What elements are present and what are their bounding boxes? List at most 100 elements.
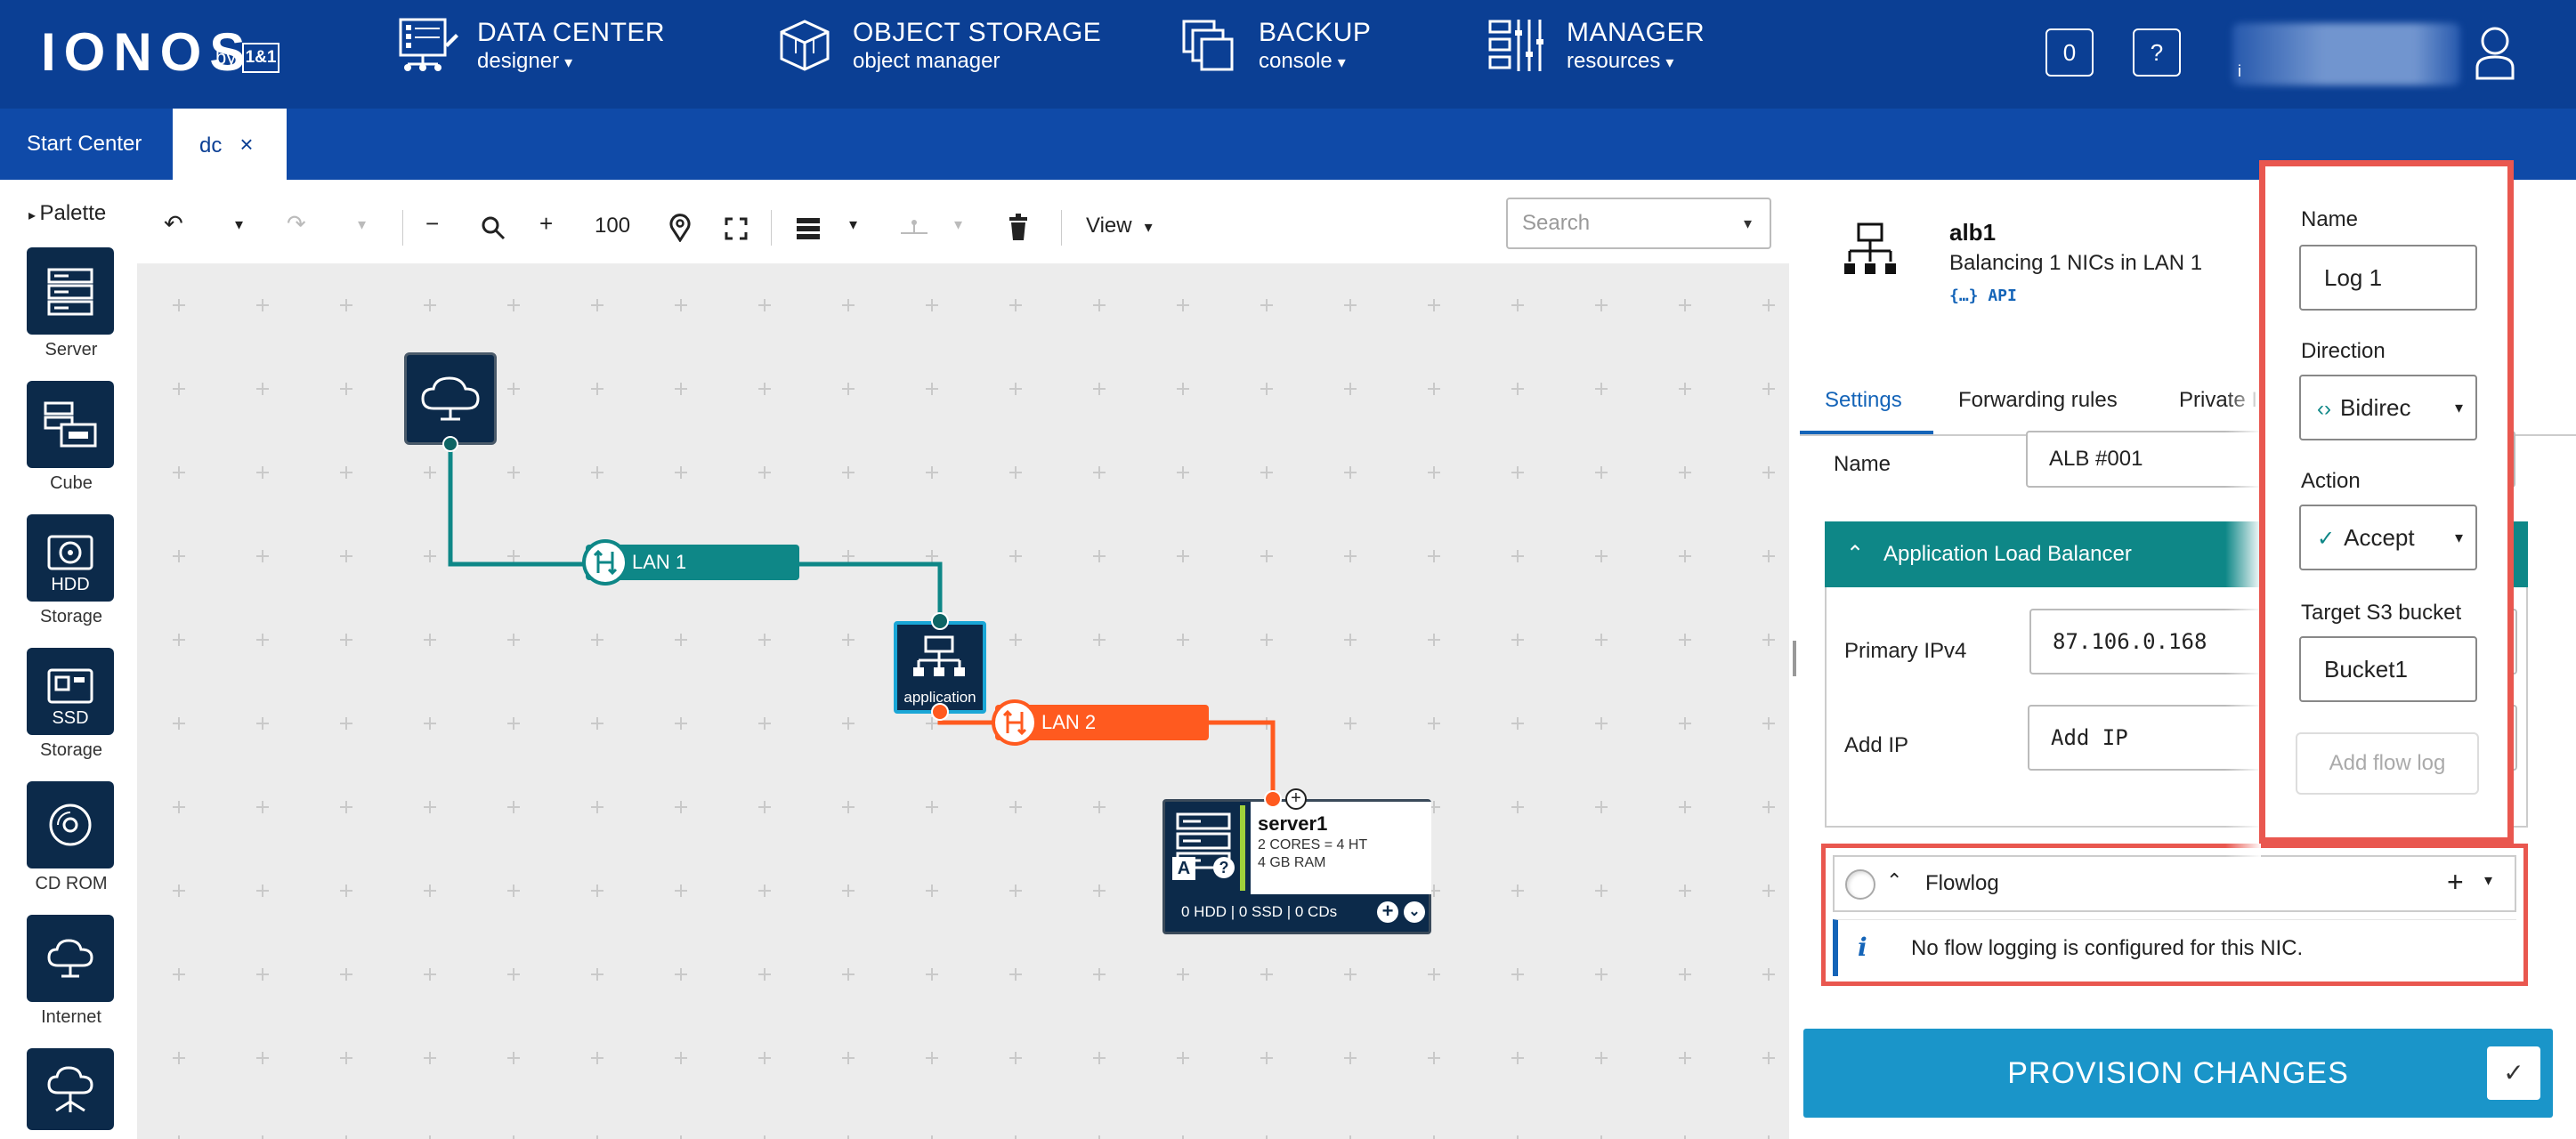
undo-icon[interactable]: ↶ bbox=[164, 210, 183, 238]
palette-hdd-tile[interactable]: HDD bbox=[27, 514, 114, 602]
view-menu[interactable]: View ▾ bbox=[1086, 214, 1153, 238]
server-status-bar bbox=[1240, 805, 1245, 891]
palette-ssd-tile[interactable]: SSD bbox=[27, 648, 114, 735]
cdrom-icon bbox=[49, 804, 92, 846]
connect-dropdown-icon[interactable]: ▾ bbox=[954, 215, 962, 234]
palette-title: Palette bbox=[39, 201, 107, 225]
tab-settings[interactable]: Settings bbox=[1825, 388, 1902, 413]
redo-icon[interactable]: ↷ bbox=[287, 210, 306, 238]
flowlog-dropdown-icon[interactable]: ▾ bbox=[2484, 871, 2492, 890]
connect-icon[interactable] bbox=[899, 217, 929, 238]
close-icon[interactable]: × bbox=[239, 131, 253, 158]
fit-to-screen-icon[interactable] bbox=[725, 217, 748, 240]
undo-dropdown-icon[interactable]: ▾ bbox=[235, 215, 243, 234]
checkmark-icon[interactable]: ✓ bbox=[2487, 1046, 2540, 1100]
internet-port-dot[interactable] bbox=[442, 436, 458, 452]
notification-counter-button[interactable]: 0 bbox=[2045, 28, 2094, 77]
search-dropdown-icon[interactable]: ▾ bbox=[1744, 199, 1752, 247]
caret-down-icon: ▾ bbox=[1337, 53, 1346, 71]
panel-resize-handle[interactable] bbox=[1793, 641, 1796, 676]
server-info-panel: server1 2 CORES = 4 HT 4 GB RAM bbox=[1251, 802, 1431, 894]
nav-backup[interactable]: BACKUP console ▾ bbox=[1180, 18, 1371, 89]
zoom-level[interactable]: 100 bbox=[595, 214, 630, 238]
provision-changes-button[interactable]: PROVISION CHANGES bbox=[1803, 1029, 2553, 1118]
provision-label: PROVISION CHANGES bbox=[2007, 1056, 2349, 1090]
palette-internet-tile[interactable] bbox=[27, 915, 114, 1002]
view-menu-label: View bbox=[1086, 214, 1132, 238]
add-ip-label: Add IP bbox=[1844, 733, 1909, 757]
list-dropdown-icon[interactable]: ▾ bbox=[849, 215, 857, 234]
help-button[interactable]: ? bbox=[2133, 28, 2181, 77]
load-balancer-icon bbox=[913, 635, 965, 676]
tab-dc[interactable]: dc × bbox=[173, 109, 287, 180]
load-balancer-icon bbox=[1844, 222, 1896, 274]
cube-icon bbox=[44, 401, 97, 448]
palette-cloud-network-tile[interactable] bbox=[27, 1048, 114, 1130]
palette-server-label: Server bbox=[45, 340, 98, 359]
zoom-out-icon[interactable]: − bbox=[425, 210, 439, 238]
add-nic-icon[interactable]: + bbox=[1285, 788, 1307, 810]
direction-select[interactable]: ‹› Bidirec ▾ bbox=[2299, 375, 2477, 440]
caret-down-icon: ▾ bbox=[1665, 53, 1674, 71]
add-ip-placeholder: Add IP bbox=[2051, 725, 2128, 750]
flowlog-title: Flowlog bbox=[1925, 871, 1999, 895]
design-canvas[interactable]: LAN 1 application LAN 2 A ? server1 2 CO… bbox=[137, 263, 1789, 1139]
nav-manager-title: MANAGER bbox=[1567, 18, 1705, 47]
nav-data-center[interactable]: DATA CENTER designer ▾ bbox=[399, 18, 665, 89]
direction-label: Direction bbox=[2301, 339, 2386, 363]
trash-icon[interactable] bbox=[1008, 214, 1029, 240]
primary-ipv4-value: 87.106.0.168 bbox=[2053, 629, 2207, 654]
alb-port-bottom-dot[interactable] bbox=[931, 703, 949, 721]
zoom-in-icon[interactable]: + bbox=[539, 210, 553, 238]
panel-subtitle: Balancing 1 NICs in LAN 1 bbox=[1949, 251, 2203, 275]
alb-section-title: Application Load Balancer bbox=[1883, 542, 2132, 566]
canvas-internet-node[interactable] bbox=[404, 352, 497, 445]
user-avatar-icon[interactable] bbox=[2475, 25, 2515, 80]
toolbar-divider bbox=[402, 210, 403, 246]
flowlog-name-value: Log 1 bbox=[2324, 264, 2383, 291]
canvas-server-node[interactable]: A ? server1 2 CORES = 4 HT 4 GB RAM 0 HD… bbox=[1162, 799, 1431, 934]
canvas-application-lb-node[interactable]: application bbox=[894, 621, 986, 714]
palette-header[interactable]: ▸ Palette bbox=[28, 201, 106, 226]
zoom-search-icon[interactable] bbox=[481, 215, 506, 240]
direction-value: Bidirec bbox=[2339, 394, 2411, 421]
location-pin-icon[interactable] bbox=[669, 214, 691, 242]
add-storage-icon[interactable]: + bbox=[1377, 901, 1398, 923]
flowlog-toggle[interactable] bbox=[1845, 869, 1875, 900]
nav-object-storage[interactable]: OBJECT STORAGE object manager bbox=[774, 18, 1101, 89]
list-layers-icon[interactable] bbox=[796, 217, 821, 240]
search-input[interactable]: Search ▾ bbox=[1506, 198, 1771, 249]
lan2-switch-icon[interactable] bbox=[992, 699, 1038, 746]
target-bucket-input[interactable]: Bucket1 bbox=[2299, 636, 2477, 702]
lan1-switch-icon[interactable] bbox=[582, 539, 628, 586]
target-bucket-value: Bucket1 bbox=[2324, 656, 2408, 683]
nav-manager[interactable]: MANAGER resources ▾ bbox=[1488, 18, 1705, 89]
palette-cdrom-tile[interactable] bbox=[27, 781, 114, 868]
add-flowlog-icon[interactable]: + bbox=[2447, 866, 2464, 899]
lan2-label: LAN 2 bbox=[1041, 711, 1097, 733]
tab-start-center[interactable]: Start Center bbox=[0, 109, 168, 180]
server-storage-summary: 0 HDD | 0 SSD | 0 CDs bbox=[1181, 903, 1338, 920]
tab-dc-label: dc bbox=[199, 133, 223, 158]
redo-dropdown-icon[interactable]: ▾ bbox=[358, 215, 366, 234]
api-link[interactable]: {…} API bbox=[1949, 287, 2017, 305]
expand-server-icon[interactable]: ⌄ bbox=[1404, 901, 1425, 923]
alb-port-top-dot[interactable] bbox=[931, 612, 949, 630]
internet-icon bbox=[47, 939, 93, 978]
palette-hdd-tile-text: HDD bbox=[51, 575, 90, 594]
action-select[interactable]: ✓ Accept ▾ bbox=[2299, 505, 2477, 570]
panel-title: alb1 bbox=[1949, 219, 1997, 246]
server-port-dot[interactable] bbox=[1264, 790, 1282, 808]
flowlog-name-input[interactable]: Log 1 bbox=[2299, 245, 2477, 311]
palette-cube-tile[interactable] bbox=[27, 381, 114, 468]
object-storage-cube-icon bbox=[780, 20, 830, 71]
name-label: Name bbox=[1834, 452, 1891, 476]
add-flowlog-button[interactable]: Add flow log bbox=[2296, 732, 2479, 795]
flowlog-header[interactable]: ⌃ Flowlog + ▾ bbox=[1833, 855, 2516, 912]
action-label: Action bbox=[2301, 469, 2361, 493]
flowlog-info-message: i No flow logging is configured for this… bbox=[1833, 919, 2516, 976]
tab-forwarding-rules[interactable]: Forwarding rules bbox=[1958, 388, 2118, 413]
chevron-up-icon[interactable]: ⌃ bbox=[1886, 869, 1902, 893]
palette-server-tile[interactable] bbox=[27, 247, 114, 335]
server-name: server1 bbox=[1258, 812, 1328, 835]
